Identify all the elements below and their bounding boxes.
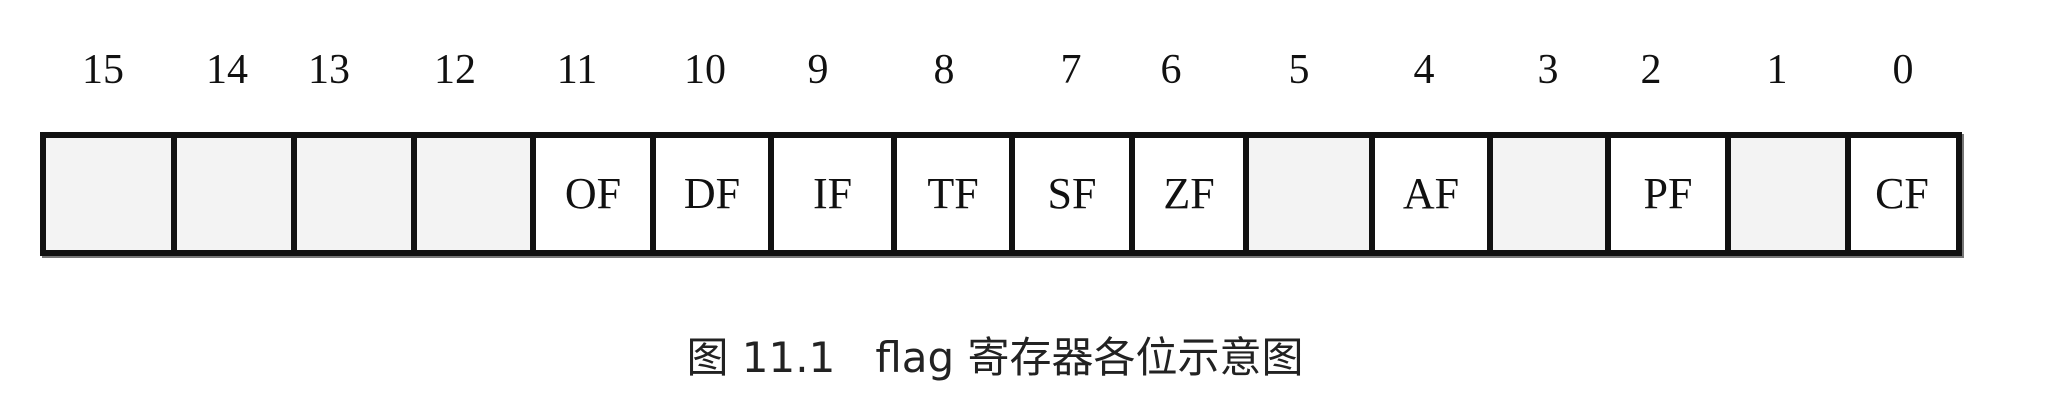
bit-number-11: 11 <box>556 47 598 93</box>
bit-number-0: 0 <box>1892 47 1914 93</box>
cell-divider <box>1725 138 1731 250</box>
cell-divider <box>891 138 897 250</box>
bit-4-cell: AF <box>1402 169 1460 218</box>
bit-7-cell: SF <box>1047 169 1097 218</box>
bit-9-cell: IF <box>812 169 853 218</box>
bit-12-cell <box>414 138 533 250</box>
bit-number-12: 12 <box>434 47 476 93</box>
cell-divider <box>1605 138 1611 250</box>
bit-number-5: 5 <box>1288 47 1310 93</box>
cell-divider <box>1845 138 1851 250</box>
bit-10-cell: DF <box>683 169 741 218</box>
cell-divider <box>1129 138 1135 250</box>
bit-number-13: 13 <box>308 47 350 93</box>
cell-divider <box>171 138 177 250</box>
cell-divider <box>768 138 774 250</box>
bit-number-3: 3 <box>1537 47 1559 93</box>
bit-0-cell: CF <box>1875 169 1929 218</box>
flag-register-diagram: 15 14 13 12 11 10 9 8 7 6 5 4 3 2 1 0 OF… <box>0 0 2050 410</box>
bit-number-1: 1 <box>1766 47 1788 93</box>
cell-divider <box>291 138 297 250</box>
cell-divider <box>411 138 417 250</box>
bit-5-cell <box>1246 138 1372 250</box>
bit-number-8: 8 <box>933 47 955 93</box>
cell-divider <box>1009 138 1015 250</box>
bit-2-cell: PF <box>1643 169 1693 218</box>
cell-divider <box>1369 138 1375 250</box>
figure-caption: 图 11.1 flag 寄存器各位示意图 <box>686 333 1304 382</box>
bit-6-cell: ZF <box>1163 169 1215 218</box>
bit-number-15: 15 <box>82 47 124 93</box>
bit-number-9: 9 <box>807 47 829 93</box>
cell-divider <box>530 138 536 250</box>
bit-number-10: 10 <box>684 47 726 93</box>
bit-number-14: 14 <box>206 47 248 93</box>
bit-15-cell <box>46 138 174 250</box>
bit-13-cell <box>294 138 414 250</box>
cell-divider <box>650 138 656 250</box>
bit-14-cell <box>174 138 294 250</box>
cell-divider <box>1243 138 1249 250</box>
bit-number-4: 4 <box>1413 47 1435 93</box>
bit-8-cell: TF <box>927 169 979 218</box>
bit-1-cell <box>1728 138 1848 250</box>
bit-3-cell <box>1490 138 1608 250</box>
cell-divider <box>1487 138 1493 250</box>
bit-11-cell: OF <box>564 169 622 218</box>
bit-number-7: 7 <box>1060 47 1082 93</box>
bit-number-2: 2 <box>1640 47 1662 93</box>
bit-number-6: 6 <box>1160 47 1182 93</box>
flag-register-bitfield: OF DF IF TF SF ZF AF PF CF <box>40 132 1962 256</box>
